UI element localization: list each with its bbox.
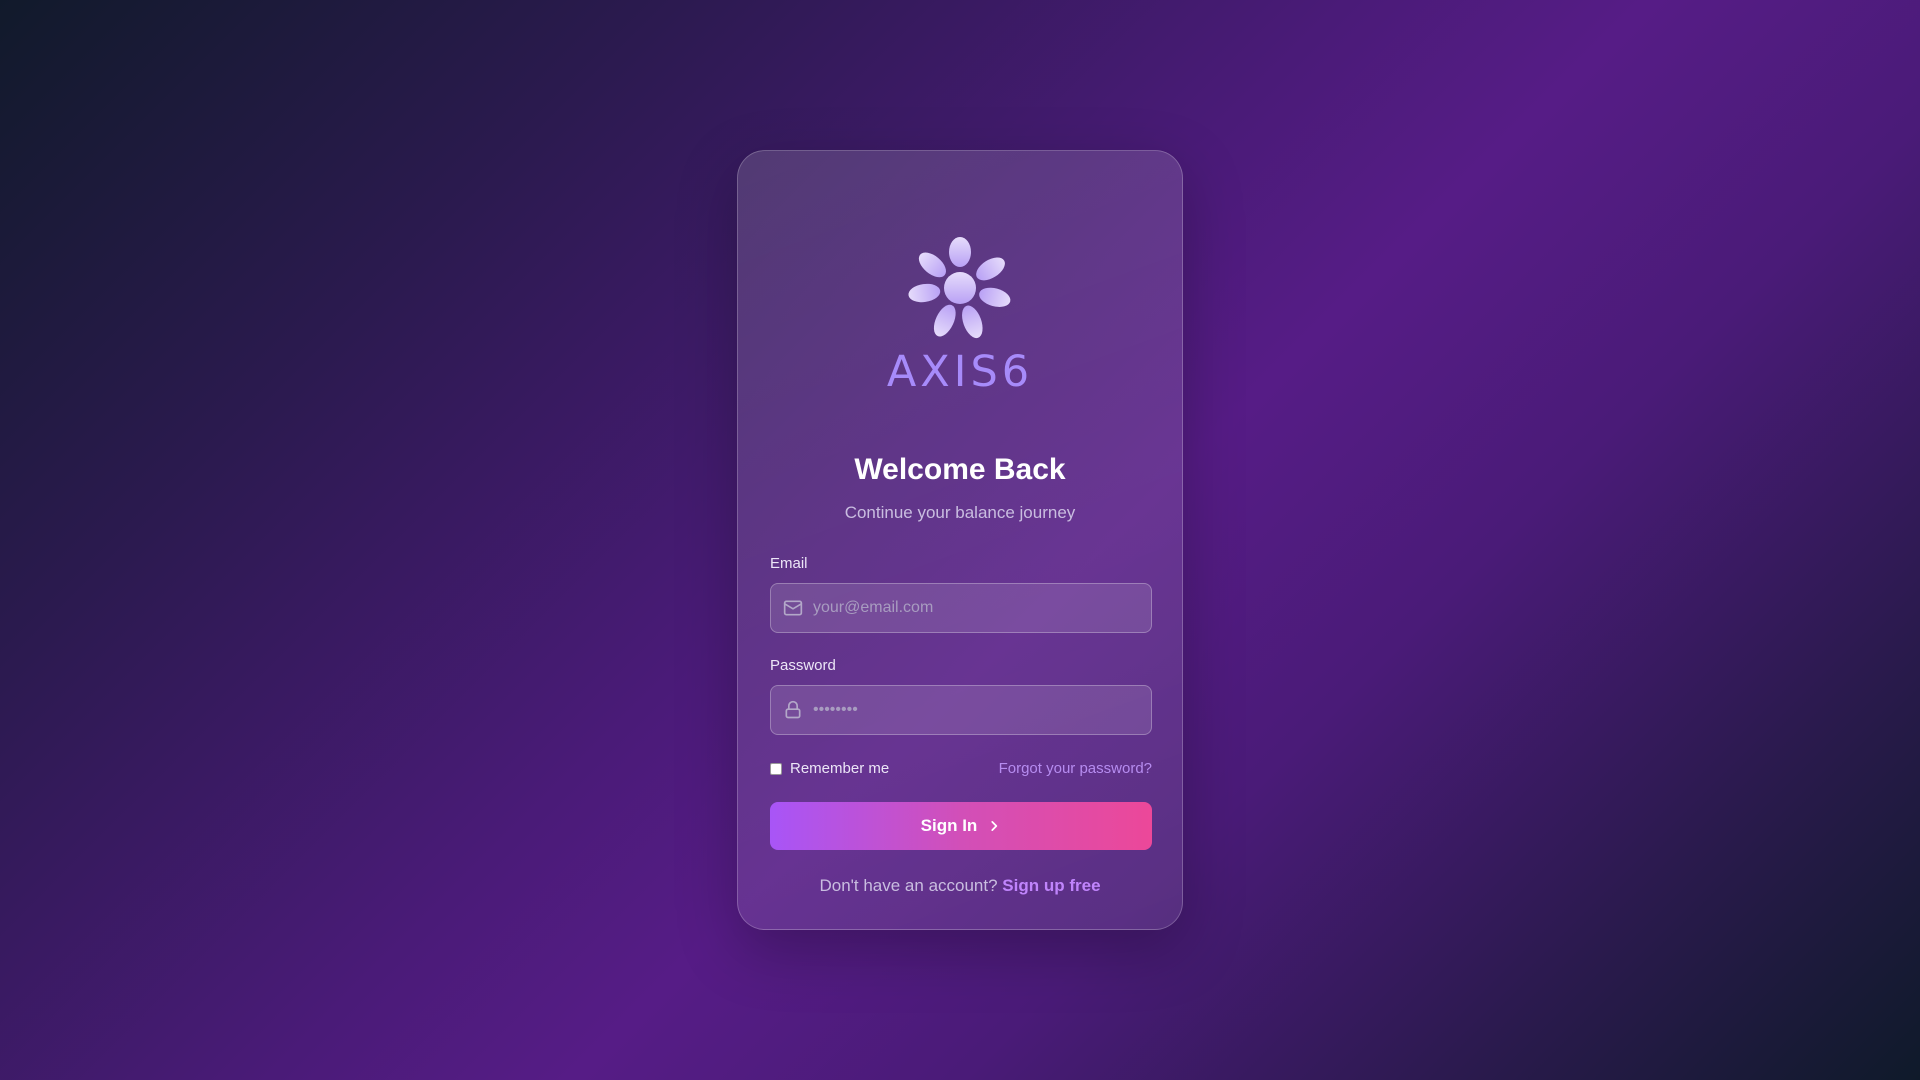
- forgot-password-link[interactable]: Forgot your password?: [999, 760, 1152, 777]
- signup-prompt: Don't have an account? Sign up free: [738, 876, 1182, 896]
- mail-icon: [783, 600, 803, 616]
- flower-logo-icon: [908, 237, 1011, 339]
- password-input[interactable]: [813, 686, 1151, 734]
- sign-up-link[interactable]: Sign up free: [1002, 876, 1100, 895]
- sign-in-label: Sign In: [920, 816, 978, 835]
- form-options: Remember me Forgot your password?: [770, 760, 1152, 780]
- remember-me[interactable]: Remember me: [770, 760, 889, 777]
- lock-icon: [785, 700, 801, 719]
- sign-in-button[interactable]: Sign In: [770, 802, 1152, 850]
- page-title: Welcome Back: [854, 453, 1066, 486]
- remember-checkbox[interactable]: [770, 762, 782, 775]
- email-field[interactable]: [770, 583, 1152, 633]
- password-field[interactable]: [770, 685, 1152, 735]
- page-subtitle: Continue your balance journey: [844, 503, 1076, 522]
- email-label: Email: [770, 555, 808, 572]
- logo: AXIS6: [738, 233, 1182, 397]
- remember-label: Remember me: [790, 760, 890, 777]
- login-card: AXIS6 Welcome Back Continue your balance…: [737, 150, 1183, 930]
- chevron-right-icon: [991, 821, 998, 831]
- signup-prompt-text: Don't have an account?: [819, 876, 998, 895]
- brand-name: AXIS6: [886, 347, 1034, 397]
- email-input[interactable]: [813, 584, 1151, 632]
- password-label: Password: [770, 657, 836, 674]
